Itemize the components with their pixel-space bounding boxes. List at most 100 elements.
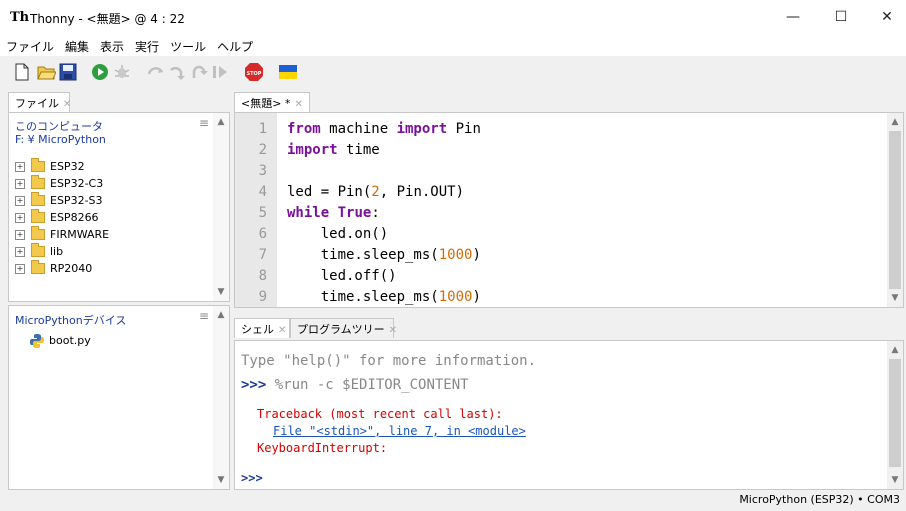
- code-text: :: [371, 205, 380, 221]
- code-line[interactable]: led.on(): [287, 226, 388, 242]
- code-line[interactable]: time.sleep_ms(1000): [287, 289, 481, 305]
- pane-menu-icon[interactable]: ≡: [199, 309, 209, 323]
- tree-item[interactable]: + ESP32-C3: [15, 175, 103, 192]
- minimize-button[interactable]: —: [770, 0, 816, 34]
- code-number: 1000: [438, 289, 473, 305]
- step-into-icon[interactable]: [168, 62, 188, 82]
- code-text: led.on(): [287, 226, 389, 242]
- tab-shell[interactable]: シェル ✕: [234, 318, 290, 338]
- menu-tools[interactable]: ツール: [164, 34, 211, 55]
- tree-item-label: ESP8266: [50, 211, 99, 224]
- status-interpreter[interactable]: MicroPython (ESP32) • COM3: [739, 493, 900, 506]
- code-line[interactable]: from machine import Pin: [287, 121, 481, 137]
- local-pane-title: このコンピュータ: [15, 120, 103, 133]
- tree-item[interactable]: + RP2040: [15, 260, 92, 277]
- shell-scrollbar[interactable]: ▲ ▼: [887, 341, 903, 489]
- device-pane-title: MicroPythonデバイス: [15, 314, 127, 327]
- expand-icon[interactable]: +: [15, 212, 25, 223]
- code-line[interactable]: led = Pin(2, Pin.OUT): [287, 184, 464, 200]
- maximize-button[interactable]: ☐: [818, 0, 864, 34]
- code-editor[interactable]: 1 2 3 4 5 6 7 8 9 from machine import Pi…: [234, 112, 904, 308]
- menu-file[interactable]: ファイル: [0, 34, 59, 55]
- tree-item[interactable]: boot.py: [29, 332, 91, 349]
- tree-item[interactable]: + lib: [15, 243, 63, 260]
- local-pane-scrollbar[interactable]: ▲ ▼: [213, 113, 229, 301]
- code-keyword: import: [287, 142, 338, 158]
- scroll-up-icon[interactable]: ▲: [887, 345, 903, 355]
- expand-icon[interactable]: +: [15, 246, 25, 257]
- toolbar: STOP: [0, 58, 906, 86]
- tab-files[interactable]: ファイル ✕: [8, 92, 71, 112]
- folder-icon: [31, 158, 45, 172]
- line-number: 8: [258, 268, 267, 284]
- close-icon[interactable]: ✕: [294, 99, 302, 110]
- ukraine-flag-icon[interactable]: [278, 62, 298, 82]
- code-text: time: [337, 142, 380, 158]
- save-icon[interactable]: [58, 62, 78, 82]
- code-keyword: import: [396, 121, 448, 137]
- menu-run[interactable]: 実行: [129, 34, 164, 55]
- code-text: ): [472, 247, 481, 263]
- shell-help-line: Type "help()" for more information.: [241, 353, 537, 369]
- expand-icon[interactable]: +: [15, 229, 25, 240]
- scroll-down-icon[interactable]: ▼: [887, 475, 903, 485]
- open-folder-icon[interactable]: [36, 62, 56, 82]
- shell-console[interactable]: Type "help()" for more information. >>> …: [234, 340, 904, 490]
- tree-item[interactable]: + ESP8266: [15, 209, 99, 226]
- menu-bar: ファイル 編集 表示 実行 ツール ヘルプ: [0, 34, 906, 56]
- shell-current-prompt[interactable]: >>>: [241, 471, 263, 485]
- scroll-down-icon[interactable]: ▼: [213, 475, 229, 485]
- tree-item[interactable]: + ESP32: [15, 158, 85, 175]
- scroll-up-icon[interactable]: ▲: [213, 117, 229, 127]
- scroll-down-icon[interactable]: ▼: [213, 287, 229, 297]
- close-icon[interactable]: ✕: [278, 325, 286, 336]
- folder-icon: [31, 209, 45, 223]
- close-icon[interactable]: ✕: [389, 325, 397, 336]
- step-out-icon[interactable]: [190, 62, 210, 82]
- line-number: 2: [258, 142, 267, 158]
- scroll-down-icon[interactable]: ▼: [887, 293, 903, 303]
- tree-item[interactable]: + FIRMWARE: [15, 226, 109, 243]
- tab-shell-label: シェル: [241, 323, 274, 336]
- menu-help[interactable]: ヘルプ: [211, 34, 258, 55]
- run-icon[interactable]: [90, 62, 110, 82]
- debug-icon[interactable]: [112, 62, 132, 82]
- code-line[interactable]: time.sleep_ms(1000): [287, 247, 481, 263]
- code-number: 2: [371, 184, 380, 200]
- menu-edit[interactable]: 編集: [59, 34, 94, 55]
- tab-program-tree[interactable]: プログラムツリー ✕: [290, 318, 397, 338]
- traceback-file-link[interactable]: File "<stdin>", line 7, in <module>: [273, 424, 526, 438]
- resume-icon[interactable]: [210, 62, 230, 82]
- stop-icon[interactable]: STOP: [244, 62, 264, 82]
- tree-item[interactable]: + ESP32-S3: [15, 192, 103, 209]
- code-keyword: from: [287, 121, 321, 137]
- expand-icon[interactable]: +: [15, 263, 25, 274]
- code-text: Pin: [447, 121, 481, 137]
- editor-scrollbar[interactable]: ▲ ▼: [887, 113, 903, 307]
- scroll-thumb[interactable]: [889, 359, 901, 467]
- pane-menu-icon[interactable]: ≡: [199, 116, 209, 130]
- device-pane-scrollbar[interactable]: ▲ ▼: [213, 306, 229, 489]
- shell-command-line: >>> %run -c $EDITOR_CONTENT: [241, 377, 469, 393]
- scroll-up-icon[interactable]: ▲: [213, 310, 229, 320]
- code-line[interactable]: import time: [287, 142, 380, 158]
- tree-item-label: boot.py: [49, 334, 91, 347]
- tab-untitled[interactable]: <無題> * ✕: [234, 92, 310, 112]
- code-line[interactable]: led.off(): [287, 268, 397, 284]
- scroll-up-icon[interactable]: ▲: [887, 117, 903, 127]
- step-over-icon[interactable]: [146, 62, 166, 82]
- code-text: time.sleep_ms(: [287, 247, 439, 263]
- expand-icon[interactable]: +: [15, 195, 25, 206]
- new-file-icon[interactable]: [12, 62, 32, 82]
- expand-icon[interactable]: +: [15, 178, 25, 189]
- shell-command: %run -c $EDITOR_CONTENT: [266, 377, 469, 393]
- code-text: ): [472, 289, 481, 305]
- code-line[interactable]: while True:: [287, 205, 380, 221]
- close-icon[interactable]: ✕: [63, 99, 71, 110]
- close-button[interactable]: ✕: [864, 0, 906, 34]
- menu-view[interactable]: 表示: [94, 34, 129, 55]
- tree-item-label: ESP32-S3: [50, 194, 103, 207]
- expand-icon[interactable]: +: [15, 161, 25, 172]
- scroll-thumb[interactable]: [889, 131, 901, 289]
- line-number: 9: [258, 289, 267, 305]
